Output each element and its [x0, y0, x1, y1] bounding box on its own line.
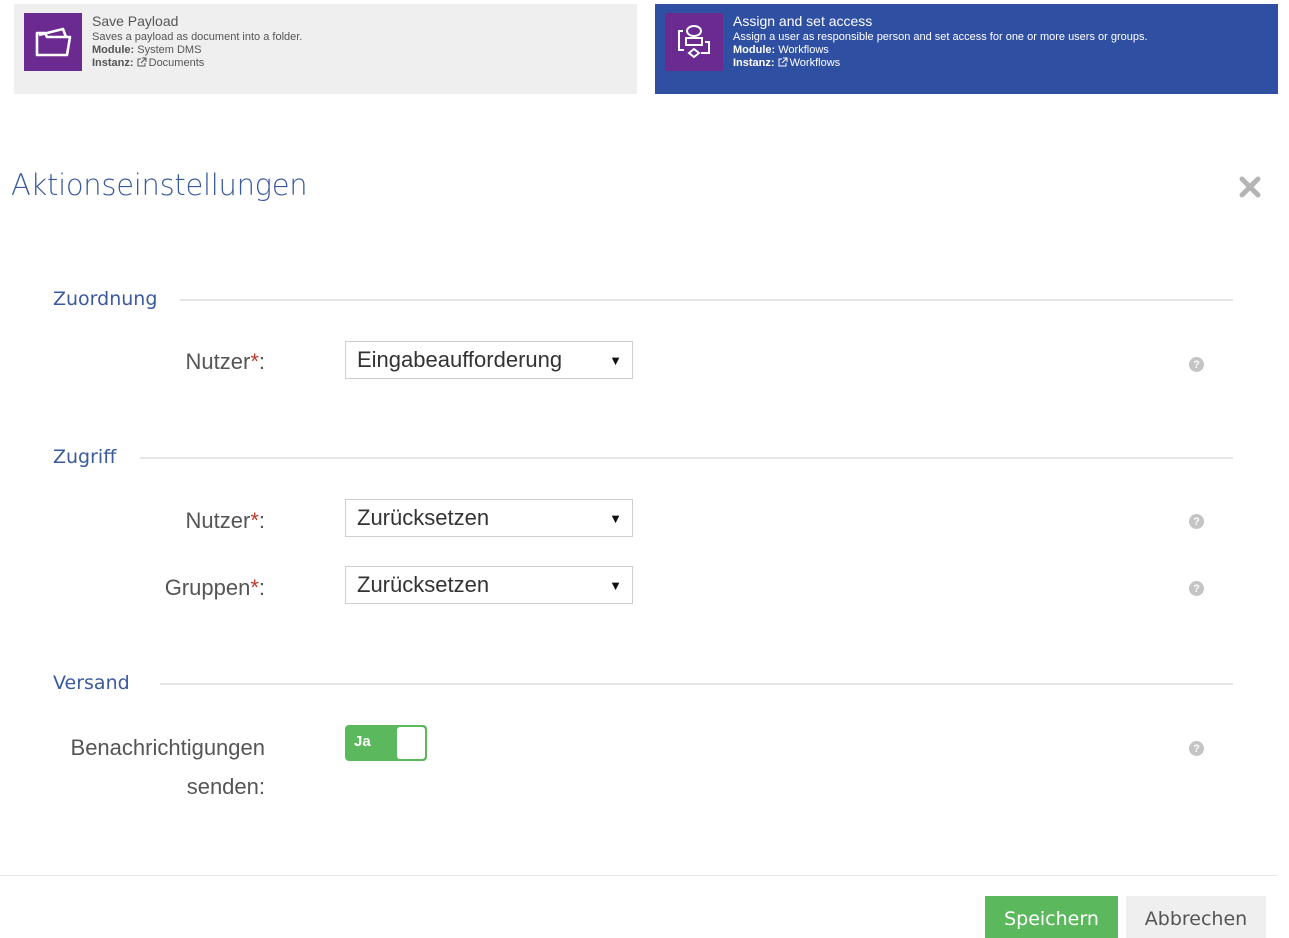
chevron-down-icon: ▼ [609, 577, 622, 593]
action-card-save-payload[interactable]: Save Payload Saves a payload as document… [14, 4, 637, 94]
toggle-knob [397, 727, 425, 759]
card-instance-link[interactable]: Documents [149, 57, 205, 69]
card-description: Assign a user as responsible person and … [733, 30, 1148, 43]
section-legend-zuordnung: Zuordnung [53, 288, 174, 310]
section-legend-zugriff: Zugriff [53, 446, 133, 468]
card-module: Module: System DMS [92, 43, 202, 56]
footer-divider [0, 875, 1277, 876]
dialog-title: Aktionseinstellungen [11, 168, 308, 202]
help-icon[interactable]: ? [1189, 581, 1204, 596]
access-user-select[interactable]: Zurücksetzen ▼ [345, 499, 633, 537]
chevron-down-icon: ▼ [609, 510, 622, 526]
external-link-icon[interactable] [137, 57, 147, 67]
card-title: Save Payload [92, 13, 179, 29]
card-title: Assign and set access [733, 13, 873, 29]
field-label-notifications: Benachrichtigungen senden: [70, 735, 265, 799]
toggle-label: Ja [354, 733, 371, 750]
workflow-icon [665, 13, 723, 71]
cancel-button[interactable]: Abbrechen [1126, 896, 1266, 938]
help-icon[interactable]: ? [1189, 357, 1204, 372]
help-icon[interactable]: ? [1189, 741, 1204, 756]
field-label-assign-user: Nutzer*: [185, 349, 265, 374]
close-icon[interactable] [1237, 174, 1263, 200]
select-value: Zurücksetzen [357, 572, 490, 597]
notifications-toggle[interactable]: Ja [345, 725, 427, 761]
field-label-access-groups: Gruppen*: [164, 575, 265, 600]
select-value: Zurücksetzen [357, 505, 490, 530]
card-instance: Instanz: Documents [92, 57, 205, 70]
assign-user-select[interactable]: Eingabeaufforderung ▼ [345, 341, 633, 379]
field-label-access-user: Nutzer*: [185, 508, 265, 533]
help-icon[interactable]: ? [1189, 514, 1204, 529]
card-instance: Instanz: Workflows [733, 57, 841, 70]
card-module: Module: Workflows [733, 43, 829, 56]
access-groups-select[interactable]: Zurücksetzen ▼ [345, 566, 633, 604]
external-link-icon[interactable] [778, 57, 788, 67]
card-instance-link[interactable]: Workflows [790, 57, 841, 69]
section-divider [160, 683, 1233, 685]
chevron-down-icon: ▼ [609, 352, 622, 368]
card-description: Saves a payload as document into a folde… [92, 30, 303, 43]
action-card-assign-access[interactable]: Assign and set access Assign a user as r… [655, 4, 1278, 94]
folder-icon [24, 13, 82, 71]
select-value: Eingabeaufforderung [357, 347, 563, 372]
section-divider [180, 299, 1233, 301]
save-button[interactable]: Speichern [985, 896, 1118, 938]
section-legend-versand: Versand [53, 672, 146, 694]
section-divider [140, 457, 1233, 459]
